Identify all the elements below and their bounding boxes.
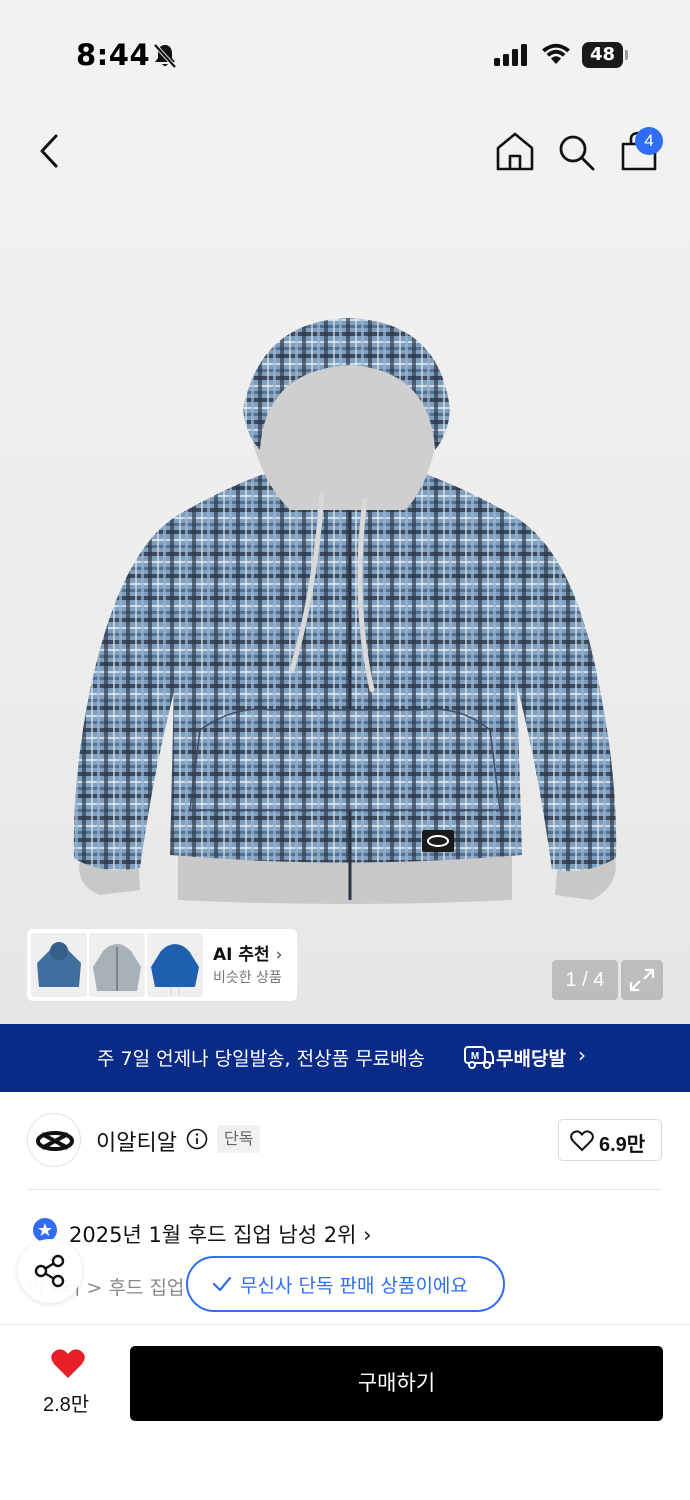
ai-recommend-title: AI 추천 › xyxy=(213,945,283,965)
share-icon xyxy=(34,1254,65,1288)
heart-outline-icon xyxy=(570,1130,594,1152)
battery-level: 48 xyxy=(589,44,616,65)
chevron-right-icon: › xyxy=(578,1043,586,1067)
heart-filled-icon[interactable] xyxy=(50,1348,86,1380)
chevron-right-icon: › xyxy=(275,945,283,965)
info-icon[interactable] xyxy=(186,1128,208,1150)
divider xyxy=(27,1189,662,1190)
recommend-thumbnail[interactable] xyxy=(89,933,145,997)
brand-name[interactable]: 이알티알 xyxy=(96,1125,177,1157)
banner-badge-mark: M xyxy=(471,1051,479,1062)
cart-count-badge: 4 xyxy=(635,127,663,155)
home-icon[interactable] xyxy=(494,130,536,172)
check-icon xyxy=(212,1276,232,1292)
share-button[interactable] xyxy=(18,1239,82,1303)
status-time: 8:44 xyxy=(76,38,151,72)
status-bar: 8:44 48 xyxy=(0,0,690,110)
banner-badge-label: 무배당발 xyxy=(496,1048,566,1070)
exclusive-tag: 단독 xyxy=(217,1125,261,1153)
image-pager: 1 / 4 xyxy=(552,960,618,1000)
battery-icon: 48 xyxy=(582,42,628,68)
wish-count: 2.8만 xyxy=(43,1394,90,1416)
bell-slash-icon xyxy=(153,43,177,69)
delivery-banner[interactable]: 주 7일 언제나 당일발송, 전상품 무료배송 M 무배당발 › xyxy=(0,1024,690,1092)
toast-message: 무신사 단독 판매 상품이에요 xyxy=(240,1275,468,1297)
brand-like-button[interactable]: 6.9만 xyxy=(558,1119,662,1161)
recommend-thumbnail[interactable] xyxy=(147,933,203,997)
ai-recommend-card[interactable]: AI 추천 › 비슷한 상품 xyxy=(27,929,297,1001)
chevron-right-icon: › xyxy=(363,1223,372,1247)
brand-logo[interactable] xyxy=(27,1113,81,1167)
banner-text: 주 7일 언제나 당일발송, 전상품 무료배송 xyxy=(97,1048,426,1070)
cellular-signal-icon xyxy=(494,44,527,66)
search-icon[interactable] xyxy=(556,132,596,172)
ai-recommend-subtitle: 비슷한 상품 xyxy=(213,970,282,986)
back-chevron-icon[interactable] xyxy=(30,128,70,174)
buy-button[interactable]: 구매하기 xyxy=(130,1346,663,1421)
product-photo[interactable] xyxy=(60,310,630,910)
wifi-icon xyxy=(542,43,570,64)
ranking-link[interactable]: 2025년 1월 후드 집업 남성 2위 › xyxy=(69,1219,372,1249)
exclusive-toast: 무신사 단독 판매 상품이에요 xyxy=(186,1256,505,1312)
delivery-truck-icon: M xyxy=(464,1046,494,1069)
recommend-thumbnail[interactable] xyxy=(31,933,87,997)
expand-icon[interactable] xyxy=(621,960,663,1000)
brand-like-count: 6.9만 xyxy=(599,1134,646,1156)
